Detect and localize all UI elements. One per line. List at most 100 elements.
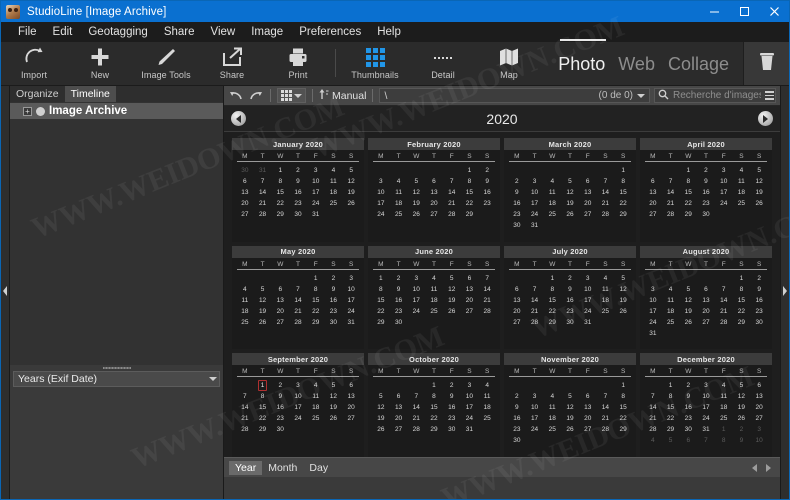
day-cell[interactable]: 31 [307, 209, 325, 220]
day-cell[interactable]: 5 [679, 284, 697, 295]
day-cell-adjacent[interactable]: 10 [750, 435, 768, 446]
day-cell[interactable]: 18 [715, 402, 733, 413]
day-cell[interactable]: 18 [733, 187, 751, 198]
day-cell[interactable]: 18 [478, 402, 496, 413]
day-cell[interactable]: 6 [579, 391, 597, 402]
day-cell[interactable]: 8 [307, 284, 325, 295]
day-cell[interactable]: 28 [289, 317, 307, 328]
day-cell[interactable]: 27 [579, 209, 597, 220]
day-cell[interactable]: 2 [508, 391, 526, 402]
day-cell[interactable]: 10 [579, 284, 597, 295]
day-cell[interactable]: 20 [271, 306, 289, 317]
month-card[interactable]: June 2020 M T W T F S S 1 2 3 4 5 6 7 8 9 10 11 12 13 14 15 16 1… [368, 245, 500, 350]
day-cell[interactable]: 16 [561, 295, 579, 306]
day-cell[interactable]: 13 [390, 402, 408, 413]
day-cell[interactable] [508, 273, 526, 284]
day-cell[interactable]: 25 [425, 306, 443, 317]
day-cell[interactable]: 21 [236, 413, 254, 424]
day-cell-adjacent[interactable]: 31 [254, 165, 272, 176]
day-cell[interactable]: 12 [372, 402, 390, 413]
day-cell[interactable]: 21 [597, 413, 615, 424]
day-cell[interactable] [644, 273, 662, 284]
day-cell[interactable]: 27 [390, 424, 408, 435]
day-cell[interactable]: 3 [579, 273, 597, 284]
day-cell[interactable]: 26 [325, 413, 343, 424]
day-cell[interactable]: 5 [750, 165, 768, 176]
day-cell[interactable]: 11 [715, 391, 733, 402]
maximize-button[interactable] [729, 1, 759, 22]
day-cell[interactable]: 5 [372, 391, 390, 402]
day-cell[interactable]: 18 [307, 402, 325, 413]
month-card[interactable]: November 2020 M T W T F S S 1 2 3 4 5 6 7 8 9 10 11 12 13 14 1… [504, 353, 636, 457]
day-cell[interactable]: 1 [614, 380, 632, 391]
day-cell-adjacent[interactable]: 7 [697, 435, 715, 446]
day-cell[interactable]: 17 [342, 295, 360, 306]
day-cell[interactable]: 3 [644, 284, 662, 295]
day-cell[interactable]: 14 [236, 402, 254, 413]
day-cell[interactable]: 7 [236, 391, 254, 402]
day-cell[interactable]: 10 [697, 391, 715, 402]
menu-file[interactable]: File [10, 24, 45, 40]
day-cell[interactable]: 30 [390, 317, 408, 328]
mode-collage[interactable]: Collage [668, 52, 729, 75]
day-cell[interactable]: 2 [679, 380, 697, 391]
day-cell[interactable]: 22 [271, 198, 289, 209]
day-cell[interactable]: 15 [307, 295, 325, 306]
day-cell[interactable]: 3 [461, 380, 479, 391]
day-cell[interactable]: 14 [254, 187, 272, 198]
scope-tab-month[interactable]: Month [262, 461, 303, 475]
month-card[interactable]: March 2020 M T W T F S S 1 2 3 4 5 6 7 8 9 10 11 12 13 14 15 16… [504, 138, 636, 242]
day-cell[interactable]: 11 [307, 391, 325, 402]
day-cell[interactable]: 27 [579, 424, 597, 435]
detail-button[interactable]: Detail [410, 42, 476, 85]
mode-web[interactable]: Web [618, 52, 655, 75]
day-cell[interactable]: 3 [715, 165, 733, 176]
day-cell[interactable]: 13 [644, 187, 662, 198]
day-cell[interactable] [254, 273, 272, 284]
day-cell[interactable]: 16 [508, 198, 526, 209]
day-cell[interactable]: 29 [307, 317, 325, 328]
day-cell[interactable]: 19 [679, 306, 697, 317]
day-cell[interactable]: 23 [289, 198, 307, 209]
day-cell[interactable] [597, 165, 615, 176]
day-cell[interactable]: 28 [597, 209, 615, 220]
mode-photo[interactable]: Photo [558, 52, 605, 75]
day-cell-adjacent[interactable]: 4 [644, 435, 662, 446]
search-input[interactable] [673, 90, 761, 101]
day-cell[interactable]: 29 [425, 424, 443, 435]
day-cell[interactable]: 26 [443, 306, 461, 317]
day-cell[interactable]: 13 [579, 402, 597, 413]
day-cell[interactable]: 7 [254, 176, 272, 187]
day-cell[interactable]: 9 [679, 391, 697, 402]
day-cell[interactable]: 5 [561, 391, 579, 402]
day-cell[interactable]: 1 [461, 165, 479, 176]
day-cell[interactable]: 3 [289, 380, 307, 391]
day-cell-adjacent[interactable]: 2 [733, 424, 751, 435]
timeline-grouping-select[interactable]: Years (Exif Date) [13, 371, 220, 387]
day-cell[interactable]: 31 [644, 328, 662, 339]
day-cell[interactable]: 29 [614, 209, 632, 220]
day-cell[interactable]: 6 [579, 176, 597, 187]
day-cell[interactable]: 10 [715, 176, 733, 187]
day-cell[interactable]: 10 [526, 187, 544, 198]
day-cell[interactable]: 19 [561, 198, 579, 209]
day-cell[interactable]: 22 [614, 198, 632, 209]
day-cell[interactable]: 16 [679, 402, 697, 413]
day-cell[interactable]: 26 [679, 317, 697, 328]
day-cell[interactable]: 2 [478, 165, 496, 176]
day-cell[interactable]: 17 [715, 187, 733, 198]
day-cell-adjacent[interactable]: 6 [679, 435, 697, 446]
day-cell[interactable]: 31 [579, 317, 597, 328]
day-cell[interactable]: 6 [461, 273, 479, 284]
day-cell[interactable]: 4 [715, 380, 733, 391]
day-cell[interactable]: 8 [614, 176, 632, 187]
day-cell[interactable]: 21 [662, 198, 680, 209]
print-button[interactable]: Print [265, 42, 331, 85]
day-cell[interactable] [271, 273, 289, 284]
day-cell[interactable]: 19 [614, 295, 632, 306]
day-cell[interactable] [644, 165, 662, 176]
day-cell[interactable]: 27 [461, 306, 479, 317]
day-cell[interactable]: 15 [614, 402, 632, 413]
day-cell[interactable]: 22 [543, 306, 561, 317]
day-cell[interactable]: 29 [679, 209, 697, 220]
